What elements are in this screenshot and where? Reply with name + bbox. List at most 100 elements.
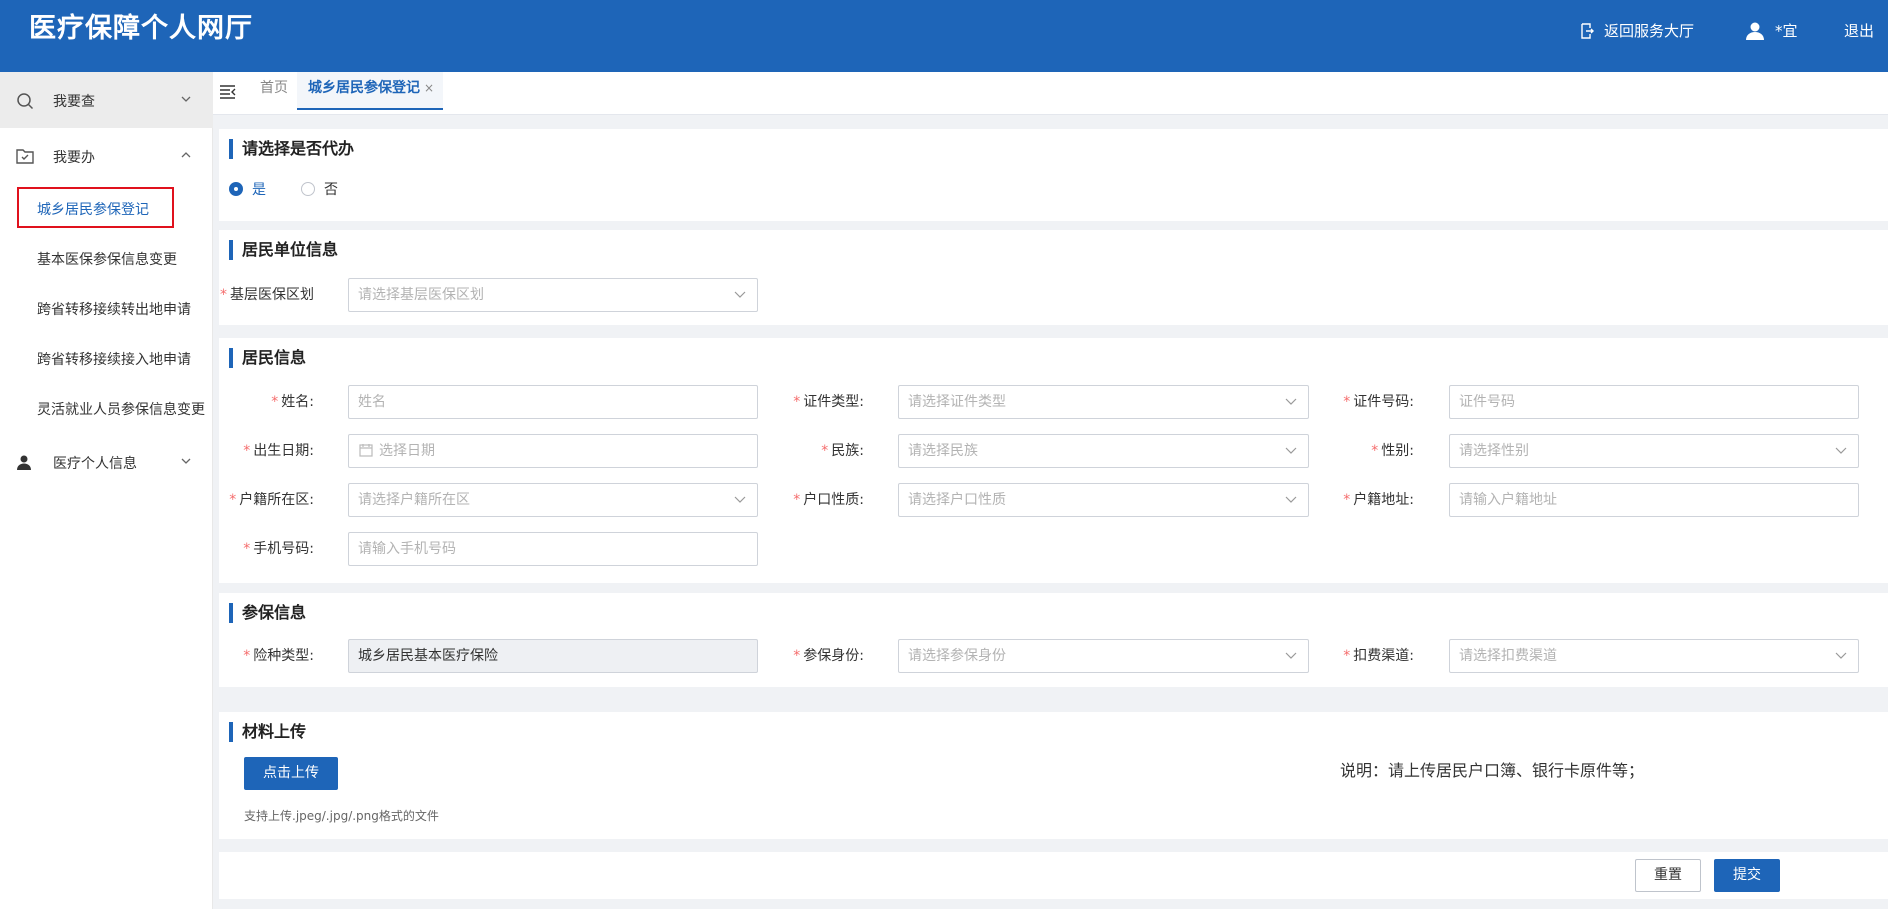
id-no-placeholder: 证件号码 (1459, 394, 1515, 410)
ethnic-label: * 民族: (821, 443, 864, 459)
collapse-menu-icon[interactable] (219, 85, 236, 99)
radio-checked-icon (229, 182, 243, 196)
phone-label: * 手机号码: (243, 541, 314, 557)
chevron-down-icon (1835, 447, 1847, 454)
chevron-down-icon (1285, 496, 1297, 503)
insurance-panel: 参保信息 * 险种类型: 城乡居民基本医疗保险 * 参保身份: 请选择参保身份 * 扣… (219, 593, 1888, 687)
agent-panel: 请选择是否代办 是 否 (219, 129, 1888, 221)
upload-hint: 支持上传.jpeg/.jpg/.png格式的文件 (244, 809, 439, 823)
birth-placeholder: 选择日期 (379, 443, 435, 459)
tab-bar: 首页 城乡居民参保登记 × (213, 72, 1888, 115)
id-type-label: * 证件类型: (793, 394, 864, 410)
reset-button[interactable]: 重置 (1635, 859, 1701, 892)
menu-handle[interactable]: 我要办 (0, 128, 213, 184)
menu-personal-info[interactable]: 医疗个人信息 (0, 434, 213, 490)
insurance-title: 参保信息 (229, 603, 306, 623)
name-label: * 姓名: (271, 394, 314, 410)
district-select[interactable]: 请选择基层医保区划 (348, 278, 758, 312)
hukou-area-placeholder: 请选择户籍所在区 (358, 492, 470, 508)
district-placeholder: 请选择基层医保区划 (358, 287, 484, 303)
menu-personal-info-label: 医疗个人信息 (53, 456, 137, 472)
chevron-down-icon (181, 96, 191, 102)
birth-date-picker[interactable]: 选择日期 (348, 434, 758, 468)
agent-no-radio[interactable]: 否 (301, 179, 338, 199)
phone-input[interactable]: 请输入手机号码 (348, 532, 758, 566)
unit-panel: 居民单位信息 * 基层医保区划 请选择基层医保区划 (219, 230, 1888, 325)
sidebar-item-info-change[interactable]: 基本医保参保信息变更 (37, 250, 177, 270)
chevron-up-icon (181, 152, 191, 158)
gender-label: * 性别: (1371, 443, 1414, 459)
main-content: 首页 城乡居民参保登记 × 请选择是否代办 是 否 居民单位信息 * 基层医保区划… (213, 72, 1888, 909)
radio-unchecked-icon (301, 182, 315, 196)
unit-title: 居民单位信息 (229, 240, 338, 260)
close-icon[interactable]: × (424, 72, 434, 104)
id-no-input[interactable]: 证件号码 (1449, 385, 1859, 419)
tab-home[interactable]: 首页 (260, 72, 288, 110)
upload-button[interactable]: 点击上传 (244, 757, 338, 790)
hukou-type-placeholder: 请选择户口性质 (908, 492, 1006, 508)
id-type-placeholder: 请选择证件类型 (908, 394, 1006, 410)
menu-query[interactable]: 我要查 (0, 72, 213, 128)
upload-panel: 材料上传 点击上传 支持上传.jpeg/.jpg/.png格式的文件 说明：请上… (219, 712, 1888, 839)
id-no-label: * 证件号码: (1343, 394, 1414, 410)
ethnic-placeholder: 请选择民族 (908, 443, 978, 459)
menu-handle-label: 我要办 (53, 150, 95, 166)
upload-title: 材料上传 (229, 722, 306, 742)
sidebar-item-transfer-out[interactable]: 跨省转移接续转出地申请 (37, 300, 191, 320)
return-hall-link[interactable]: 返回服务大厅 (1580, 20, 1694, 42)
chevron-down-icon (1285, 652, 1297, 659)
hukou-area-select[interactable]: 请选择户籍所在区 (348, 483, 758, 517)
name-input[interactable]: 姓名 (348, 385, 758, 419)
insurance-type-label: * 险种类型: (243, 648, 314, 664)
sidebar-item-resident-registration[interactable]: 城乡居民参保登记 (37, 200, 149, 220)
identity-label: * 参保身份: (793, 648, 864, 664)
district-label: * 基层医保区划 (220, 287, 314, 303)
sidebar-item-flexible-employment[interactable]: 灵活就业人员参保信息变更 (37, 400, 205, 420)
agent-title: 请选择是否代办 (229, 139, 354, 159)
submit-button[interactable]: 提交 (1714, 859, 1780, 892)
app-title: 医疗保障个人网厅 (29, 13, 253, 44)
person-icon (17, 455, 31, 470)
chevron-down-icon (1285, 447, 1297, 454)
user-menu[interactable]: *宜 (1745, 20, 1798, 42)
chevron-down-icon (181, 458, 191, 464)
exit-door-icon (1581, 23, 1594, 39)
chevron-down-icon (1285, 398, 1297, 405)
phone-placeholder: 请输入手机号码 (358, 541, 456, 557)
logout-link[interactable]: 退出 (1844, 20, 1874, 42)
chevron-down-icon (734, 496, 746, 503)
identity-select[interactable]: 请选择参保身份 (898, 639, 1309, 673)
gender-placeholder: 请选择性别 (1459, 443, 1529, 459)
identity-placeholder: 请选择参保身份 (908, 648, 1006, 664)
name-placeholder: 姓名 (358, 394, 386, 410)
user-name: *宜 (1775, 22, 1798, 40)
tab-label: 城乡居民参保登记 (308, 80, 420, 96)
insurance-type-value: 城乡居民基本医疗保险 (358, 648, 498, 664)
hukou-addr-label: * 户籍地址: (1343, 492, 1414, 508)
gender-select[interactable]: 请选择性别 (1449, 434, 1859, 468)
sidebar: 我要查 我要办 城乡居民参保登记 基本医保参保信息变更 跨省转移接续转出地申请 … (0, 72, 213, 909)
channel-select[interactable]: 请选择扣费渠道 (1449, 639, 1859, 673)
insurance-type-input: 城乡居民基本医疗保险 (348, 639, 758, 673)
hukou-area-label: * 户籍所在区: (229, 492, 314, 508)
menu-query-label: 我要查 (53, 94, 95, 110)
user-icon (1746, 22, 1764, 40)
chevron-down-icon (1835, 652, 1847, 659)
channel-label: * 扣费渠道: (1343, 648, 1414, 664)
top-header: 医疗保障个人网厅 返回服务大厅 *宜 退出 (0, 0, 1888, 72)
chevron-down-icon (734, 291, 746, 298)
calendar-icon (359, 444, 373, 457)
ethnic-select[interactable]: 请选择民族 (898, 434, 1309, 468)
hukou-addr-input[interactable]: 请输入户籍地址 (1449, 483, 1859, 517)
logout-label: 退出 (1844, 22, 1875, 40)
agent-yes-radio[interactable]: 是 (229, 179, 266, 199)
resident-panel: 居民信息 * 姓名: 姓名 * 证件类型: 请选择证件类型 * 证件号码: 证件号码 … (219, 338, 1888, 583)
hukou-type-select[interactable]: 请选择户口性质 (898, 483, 1309, 517)
agent-yes-label: 是 (252, 182, 266, 198)
hukou-type-label: * 户口性质: (793, 492, 864, 508)
tab-resident-registration[interactable]: 城乡居民参保登记 × (297, 72, 443, 110)
sidebar-item-transfer-in[interactable]: 跨省转移接续接入地申请 (37, 350, 191, 370)
channel-placeholder: 请选择扣费渠道 (1459, 648, 1557, 664)
birth-label: * 出生日期: (243, 443, 314, 459)
id-type-select[interactable]: 请选择证件类型 (898, 385, 1309, 419)
